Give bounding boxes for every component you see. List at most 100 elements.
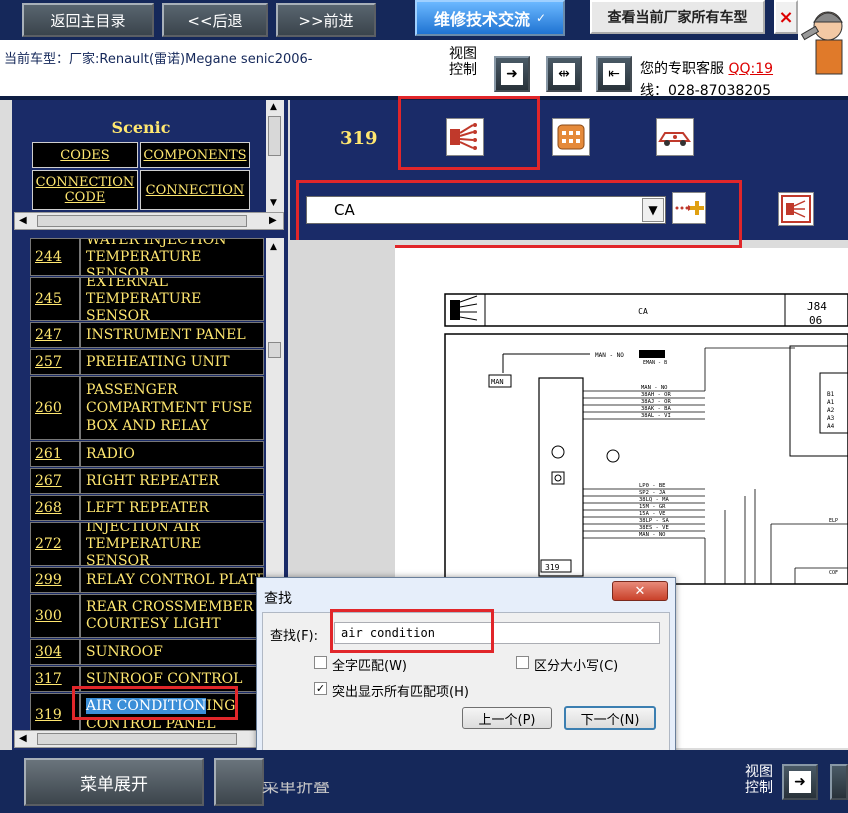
scroll-down-icon: ▼	[270, 198, 277, 208]
list-item-number[interactable]: 247	[30, 322, 80, 348]
list-item-number[interactable]: 261	[30, 441, 80, 467]
list-item-number[interactable]: 257	[30, 349, 80, 375]
expand-menu-button[interactable]: 菜单展开	[24, 758, 204, 806]
diagram-view-icon[interactable]	[778, 192, 814, 226]
scroll-thumb[interactable]	[268, 342, 281, 358]
diagram-pin-group-2-5: 38LP - SA	[639, 518, 669, 524]
list-item-number[interactable]: 268	[30, 495, 80, 521]
icon-highlight-box	[398, 96, 540, 170]
list-item-desc: REAR CROSSMEMBER COURTESY LIGHT	[80, 594, 264, 638]
list-item[interactable]: 300 REAR CROSSMEMBER COURTESY LIGHT	[30, 594, 264, 638]
scroll-right-icon: ▶	[269, 215, 277, 226]
forward-button[interactable]: >>前进	[276, 3, 376, 37]
list-item-number[interactable]: 300	[30, 594, 80, 638]
diagram-right-pin-2: A2	[827, 407, 835, 414]
list-item[interactable]: 268 LEFT REPEATER	[30, 495, 264, 521]
components-link[interactable]: COMPONENTS	[140, 142, 250, 168]
component-list: 244 WATER INJECTION TEMPERATURE SENSOR 24…	[30, 238, 264, 730]
connection-link[interactable]: CONNECTION	[140, 170, 250, 210]
list-item[interactable]: 257 PREHEATING UNIT	[30, 349, 264, 375]
scroll-thumb[interactable]	[37, 215, 247, 227]
list-item[interactable]: 244 WATER INJECTION TEMPERATURE SENSOR	[30, 238, 264, 276]
list-item-number[interactable]: 272	[30, 522, 80, 566]
list-item[interactable]: 272 INJECTION AIR TEMPERATURE SENSOR	[30, 522, 264, 566]
list-item-desc: LEFT REPEATER	[80, 495, 264, 521]
service-label: 您的专职客服	[640, 61, 724, 77]
bottom-view-control-label: 视图控制	[745, 764, 773, 796]
list-item[interactable]: 260 PASSENGER COMPARTMENT FUSE BOX AND RE…	[30, 376, 264, 440]
diagram-top-wire: MAN - NO	[595, 352, 624, 359]
list-item[interactable]: 245 EXTERNAL TEMPERATURE SENSOR	[30, 277, 264, 321]
diagram-far-right-1: ELP	[829, 518, 838, 524]
vehicle-location-icon[interactable]	[656, 118, 694, 156]
collapse-menu-button[interactable]	[214, 758, 264, 806]
diagram-pin-group-2-4: 15A - VE	[639, 511, 666, 517]
arrow-right-icon: ➜	[789, 771, 811, 793]
list-item-desc: RIGHT REPEATER	[80, 468, 264, 494]
arrow-right-icon: ➜	[501, 63, 523, 85]
whole-word-checkbox[interactable]	[314, 656, 327, 669]
list-horizontal-scrollbar[interactable]: ◀	[14, 730, 264, 748]
list-item-desc: WATER INJECTION TEMPERATURE SENSOR	[80, 238, 264, 276]
list-item-desc: INJECTION AIR TEMPERATURE SENSOR	[80, 522, 264, 566]
connector-highlight-box	[296, 180, 742, 248]
scroll-thumb[interactable]	[268, 116, 281, 156]
find-dialog-title: 查找	[264, 591, 292, 607]
current-car-model: 当前车型：厂家:Renault(雷诺)Megane senic2006-	[4, 52, 313, 67]
scroll-thumb[interactable]	[37, 733, 237, 745]
list-item-desc: SUNROOF	[80, 639, 264, 665]
list-item[interactable]: 299 RELAY CONTROL PLATE	[30, 567, 264, 593]
arrow-left-icon: ⇤	[603, 63, 625, 85]
list-item-desc: EXTERNAL TEMPERATURE SENSOR	[80, 277, 264, 321]
list-item[interactable]: 267 RIGHT REPEATER	[30, 468, 264, 494]
view-next-button[interactable]: ➜	[494, 56, 530, 92]
view-prev-button[interactable]: ⇤	[596, 56, 632, 92]
view-split-button[interactable]: ⇹	[546, 56, 582, 92]
view-all-models-button[interactable]: 查看当前厂家所有车型	[590, 0, 765, 34]
codes-link[interactable]: CODES	[32, 142, 138, 168]
close-button[interactable]: ×	[774, 0, 798, 34]
qq-link[interactable]: QQ:19	[728, 61, 773, 77]
bottom-view-next-button[interactable]: ➜	[782, 764, 818, 800]
tech-exchange-label: 维修技术交流	[433, 10, 530, 29]
list-item[interactable]: 304 SUNROOF	[30, 639, 264, 665]
scroll-up-icon: ▲	[270, 102, 277, 112]
list-item-desc: PASSENGER COMPARTMENT FUSE BOX AND RELAY	[80, 376, 264, 440]
close-icon[interactable]: ✕	[612, 581, 668, 601]
diagram-pin-group-1-4: 38AL - VI	[641, 413, 671, 419]
list-selection-highlight-box	[72, 686, 238, 720]
diagram-pin-group-2-2: 38LQ - MA	[639, 497, 669, 503]
list-item-desc: RELAY CONTROL PLATE	[80, 567, 264, 593]
list-item-number[interactable]: 244	[30, 238, 80, 276]
back-button[interactable]: <<后退	[162, 3, 268, 37]
highlight-all-checkbox[interactable]: ✓	[314, 682, 327, 695]
list-item[interactable]: 261 RADIO	[30, 441, 264, 467]
diagram-far-right-2: COF	[829, 570, 838, 576]
customer-service: 您的专职客服 QQ:19	[640, 58, 773, 78]
diagram-right-pin-0: B1	[827, 391, 835, 398]
connection-code-link[interactable]: CONNECTION CODE	[32, 170, 138, 210]
find-previous-button[interactable]: 上一个(P)	[462, 707, 552, 729]
list-item-number[interactable]: 304	[30, 639, 80, 665]
diagram-right-pin-4: A4	[827, 423, 835, 430]
diagram-right-pin-1: A1	[827, 399, 835, 406]
list-item-number[interactable]: 245	[30, 277, 80, 321]
query-highlight-box	[330, 609, 494, 653]
match-case-checkbox[interactable]	[516, 656, 529, 669]
scroll-left-icon: ◀	[19, 733, 27, 744]
list-item-number[interactable]: 267	[30, 468, 80, 494]
bottom-view-more-button[interactable]	[830, 764, 848, 800]
tech-exchange-button[interactable]: 维修技术交流 ✓	[415, 0, 565, 36]
find-next-button[interactable]: 下一个(N)	[564, 706, 656, 730]
list-item[interactable]: 247 INSTRUMENT PANEL	[30, 322, 264, 348]
list-item-number[interactable]: 299	[30, 567, 80, 593]
nav-horizontal-scrollbar[interactable]: ◀ ▶	[14, 212, 284, 230]
diagram-pin-group-1-2: 38AJ - OR	[641, 399, 671, 405]
list-item-number[interactable]: 260	[30, 376, 80, 440]
connector-icon[interactable]	[552, 118, 590, 156]
nav-vertical-scrollbar[interactable]: ▲ ▼	[266, 100, 284, 212]
split-arrows-icon: ⇹	[553, 63, 575, 85]
back-to-main-button[interactable]: 返回主目录	[22, 3, 154, 37]
list-item-desc: PREHEATING UNIT	[80, 349, 264, 375]
whole-word-label: 全字匹配(W)	[332, 659, 407, 674]
